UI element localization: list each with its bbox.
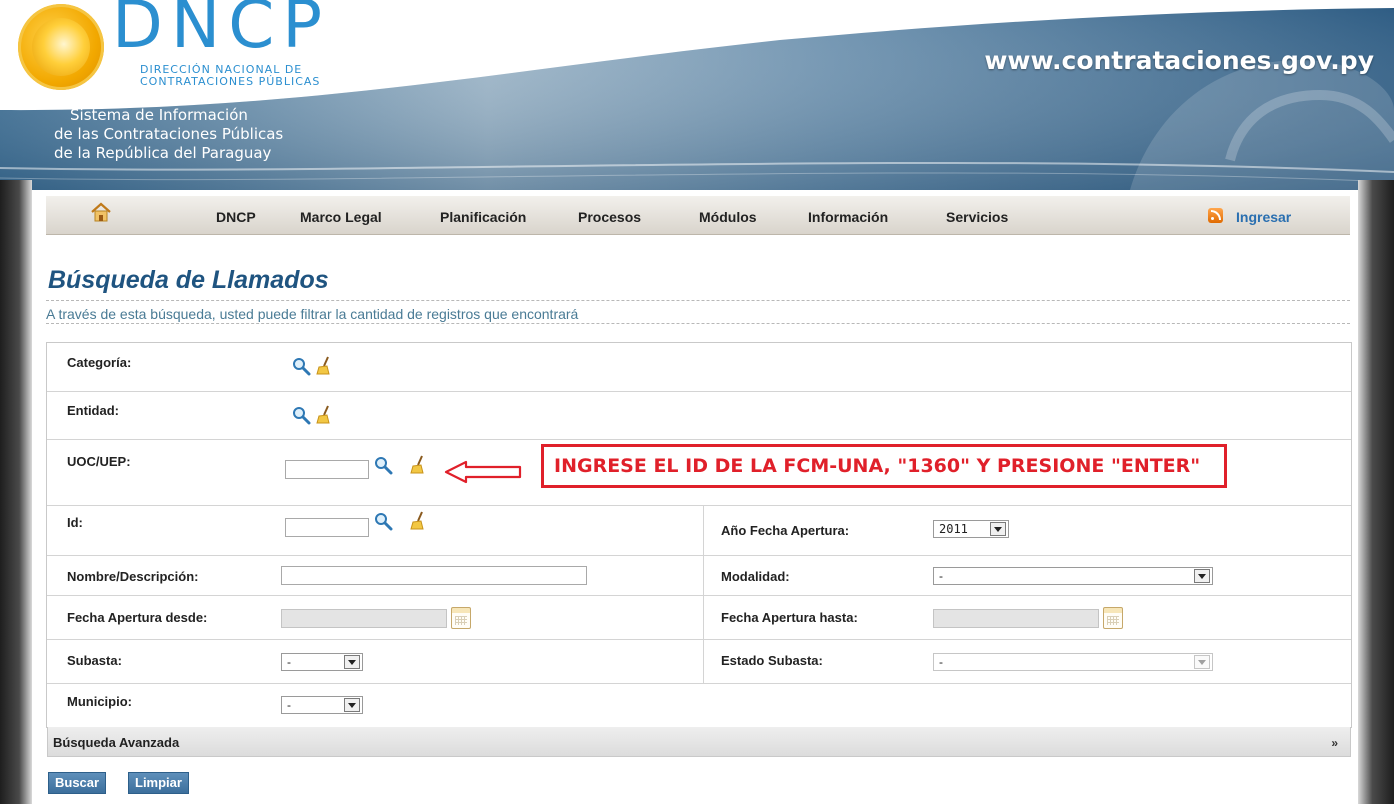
row-divider [47, 505, 1351, 506]
annotation-callout: INGRESE EL ID DE LA FCM-UNA, "1360" Y PR… [541, 444, 1227, 488]
chevron-down-icon [1194, 655, 1210, 669]
anio-value: 2011 [939, 522, 968, 536]
modalidad-select[interactable]: - [933, 567, 1213, 585]
anio-label: Año Fecha Apertura: [721, 523, 850, 538]
annotation-arrow-icon [444, 460, 522, 484]
estado-subasta-value: - [939, 655, 943, 669]
subtitle-divider [46, 323, 1350, 324]
content-area: DNCP Marco Legal Planificación Procesos … [32, 190, 1358, 804]
search-icon[interactable] [373, 511, 393, 531]
clear-broom-icon[interactable] [315, 355, 333, 375]
nombre-input[interactable] [281, 566, 587, 585]
uoc-label: UOC/UEP: [67, 454, 131, 469]
header-banner: DNCP DIRECCIÓN NACIONAL DE CONTRATACIONE… [0, 0, 1394, 190]
annotation-text: INGRESE EL ID DE LA FCM-UNA, "1360" Y PR… [554, 455, 1201, 477]
system-line-2: de las Contrataciones Públicas [54, 125, 284, 143]
rss-icon[interactable] [1208, 208, 1223, 223]
subasta-label: Subasta: [67, 653, 122, 668]
clear-broom-icon[interactable] [409, 454, 427, 474]
system-line-1: Sistema de Información [70, 106, 248, 124]
chevron-down-icon [344, 698, 360, 712]
chevron-down-icon [344, 655, 360, 669]
uoc-input[interactable] [285, 460, 369, 479]
fecha-desde-input[interactable] [281, 609, 447, 628]
expand-icon[interactable]: » [1331, 736, 1338, 750]
page-subtitle: A través de esta búsqueda, usted puede f… [46, 306, 579, 322]
row-divider [47, 555, 1351, 556]
nav-item-planificacion[interactable]: Planificación [440, 209, 526, 225]
estado-subasta-select[interactable]: - [933, 653, 1213, 671]
clear-button[interactable]: Limpiar [128, 772, 189, 794]
row-divider [47, 595, 1351, 596]
fecha-hasta-input[interactable] [933, 609, 1099, 628]
clear-broom-icon[interactable] [409, 510, 427, 530]
categoria-label: Categoría: [67, 355, 132, 370]
advanced-search-label: Búsqueda Avanzada [53, 735, 180, 750]
subasta-select[interactable]: - [281, 653, 363, 671]
system-line-3: de la República del Paraguay [54, 144, 272, 162]
id-label: Id: [67, 515, 83, 530]
row-divider [47, 639, 1351, 640]
logo-title: DNCP [112, 0, 331, 63]
logo-subtitle: DIRECCIÓN NACIONAL DE CONTRATACIONES PÚB… [140, 64, 320, 88]
frame-left [0, 180, 32, 804]
chevron-down-icon [1194, 569, 1210, 583]
chevron-down-icon [990, 522, 1006, 536]
nombre-label: Nombre/Descripción: [67, 569, 199, 584]
search-icon[interactable] [291, 405, 311, 425]
page-title: Búsqueda de Llamados [48, 266, 329, 294]
calendar-icon[interactable] [451, 607, 471, 629]
lion-logo-icon [18, 4, 104, 90]
municipio-label: Municipio: [67, 694, 132, 709]
fecha-desde-label: Fecha Apertura desde: [67, 610, 208, 625]
modalidad-label: Modalidad: [721, 569, 790, 584]
fecha-hasta-label: Fecha Apertura hasta: [721, 610, 858, 625]
search-button[interactable]: Buscar [48, 772, 107, 794]
nav-item-modulos[interactable]: Módulos [699, 209, 757, 225]
municipio-select[interactable]: - [281, 696, 363, 714]
clear-broom-icon[interactable] [315, 404, 333, 424]
estado-subasta-label: Estado Subasta: [721, 653, 823, 668]
search-form: Categoría: Entidad: UOC/UEP: Id: Año Fec… [46, 342, 1352, 757]
search-icon[interactable] [373, 455, 393, 475]
calendar-icon[interactable] [1103, 607, 1123, 629]
main-nav: DNCP Marco Legal Planificación Procesos … [46, 196, 1350, 235]
modalidad-value: - [939, 569, 943, 583]
subasta-value: - [287, 655, 291, 669]
row-divider [47, 439, 1351, 440]
nav-item-procesos[interactable]: Procesos [578, 209, 641, 225]
column-divider [703, 505, 704, 683]
nav-item-dncp[interactable]: DNCP [216, 209, 256, 225]
entidad-label: Entidad: [67, 403, 119, 418]
site-url: www.contrataciones.gov.py [984, 46, 1374, 75]
home-icon[interactable] [90, 202, 112, 222]
title-divider [46, 300, 1350, 301]
nav-item-marco-legal[interactable]: Marco Legal [300, 209, 382, 225]
search-icon[interactable] [291, 356, 311, 376]
nav-item-informacion[interactable]: Información [808, 209, 888, 225]
advanced-search-bar[interactable]: Búsqueda Avanzada » [47, 727, 1351, 757]
logo-subtitle-line2: CONTRATACIONES PÚBLICAS [140, 75, 321, 88]
nav-item-servicios[interactable]: Servicios [946, 209, 1008, 225]
row-divider [47, 683, 1351, 684]
anio-select[interactable]: 2011 [933, 520, 1009, 538]
municipio-value: - [287, 698, 291, 712]
system-description: Sistema de Información de las Contrataci… [54, 106, 283, 163]
login-link[interactable]: Ingresar [1236, 209, 1291, 225]
row-divider [47, 391, 1351, 392]
frame-right [1358, 180, 1394, 804]
id-input[interactable] [285, 518, 369, 537]
